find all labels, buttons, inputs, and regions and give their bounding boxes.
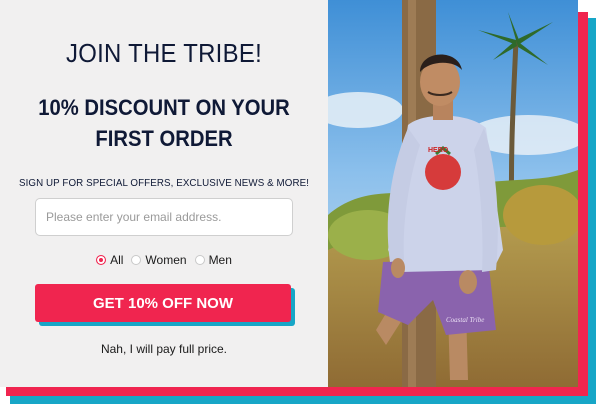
radio-all[interactable]: All [96,253,123,267]
radio-men[interactable]: Men [194,253,232,267]
radio-men-label: Men [208,253,232,267]
signup-text: SIGN UP FOR SPECIAL OFFERS, EXCLUSIVE NE… [18,177,310,189]
decline-link[interactable]: Nah, I will pay full price. [0,342,328,356]
radio-women-circle[interactable] [131,255,142,265]
gender-radio-group: All Women Men [0,253,328,267]
signup-popup: JOIN THE TRIBE! 10% DISCOUNT ON YOUR FIR… [0,0,578,387]
radio-all-label: All [110,253,124,267]
discount-title: 10% DISCOUNT ON YOUR FIRST ORDER [38,95,290,151]
radio-women-label: Women [145,253,187,267]
get-discount-button[interactable]: GET 10% OFF NOW [35,284,291,322]
model-photo: HERO Coastal Tribe [328,0,578,387]
radio-women[interactable]: Women [131,253,187,267]
form-panel: JOIN THE TRIBE! 10% DISCOUNT ON YOUR FIR… [0,0,328,387]
sweatshirt-print: HERO [428,147,449,154]
join-title: JOIN THE TRIBE! [66,38,262,68]
cta-wrap: GET 10% OFF NOW [35,284,295,326]
radio-all-circle[interactable] [96,255,107,265]
popup-stage: JOIN THE TRIBE! 10% DISCOUNT ON YOUR FIR… [0,0,600,410]
email-input[interactable] [35,198,293,236]
model-photo-illustration: HERO Coastal Tribe [328,0,578,387]
radio-men-circle[interactable] [194,255,205,265]
shorts-print: Coastal Tribe [446,316,484,324]
